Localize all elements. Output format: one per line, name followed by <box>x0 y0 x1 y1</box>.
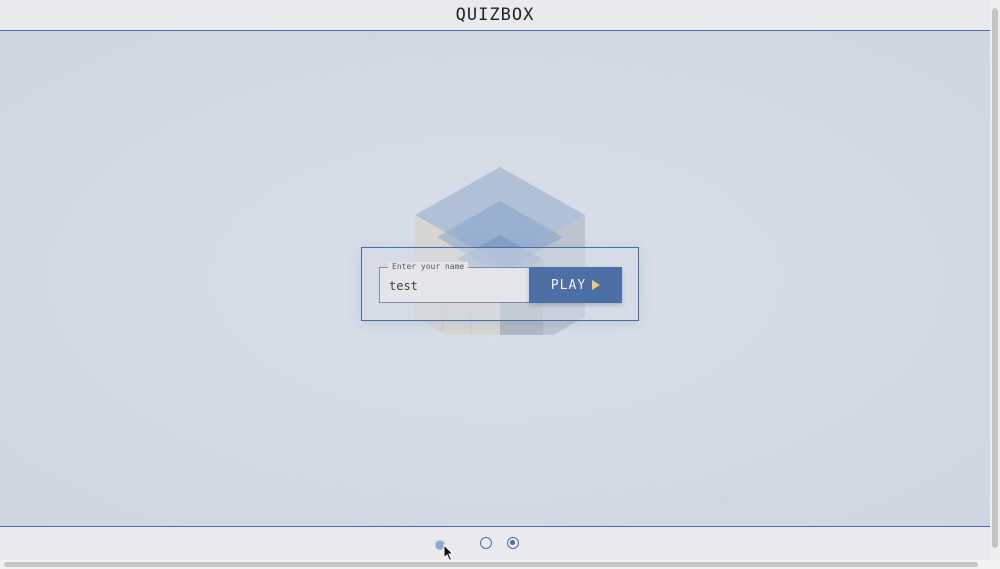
app-title: QUIZBOX <box>455 5 535 25</box>
app-header: QUIZBOX <box>0 0 990 31</box>
play-button[interactable]: PLAY <box>529 267 622 303</box>
vertical-scrollbar-thumb[interactable] <box>992 8 998 548</box>
horizontal-scrollbar-thumb[interactable] <box>4 562 978 567</box>
pagination-dot-2[interactable] <box>480 537 492 549</box>
footer-bar <box>0 526 990 561</box>
name-input[interactable] <box>380 272 529 300</box>
play-triangle-icon <box>592 280 601 290</box>
play-button-label: PLAY <box>550 277 587 293</box>
vertical-scrollbar[interactable] <box>990 0 1000 560</box>
horizontal-scrollbar[interactable] <box>0 560 1000 569</box>
name-field[interactable]: Enter your name <box>379 262 529 303</box>
name-field-label: Enter your name <box>388 262 469 272</box>
pagination-dots <box>0 527 990 561</box>
pagination-dot-3-selected[interactable] <box>507 537 519 549</box>
name-entry-panel: Enter your name PLAY <box>361 247 639 321</box>
